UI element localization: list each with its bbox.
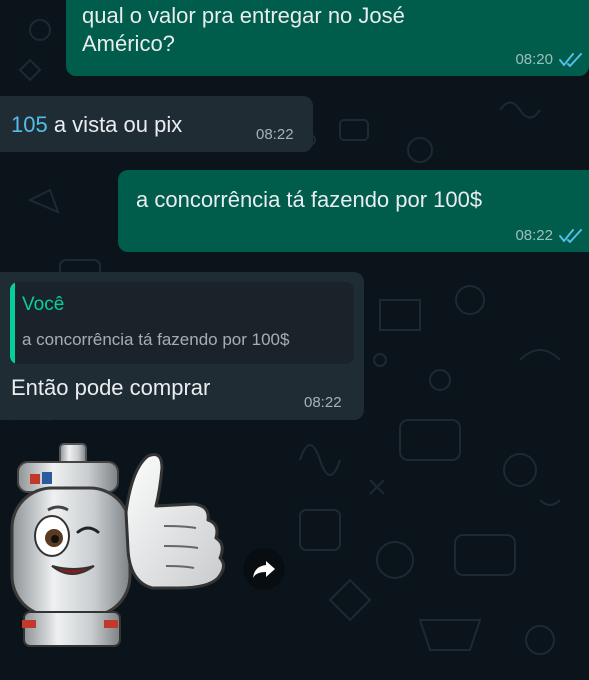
message-incoming-1[interactable]: 105 a vista ou pix 08:22 [0, 96, 313, 152]
message-time: 08:22 [304, 394, 342, 411]
double-check-icon [559, 228, 582, 243]
message-outgoing-1[interactable]: qual o valor pra entregar no José Améric… [66, 0, 589, 76]
double-check-icon [559, 52, 582, 67]
message-text-line: qual o valor pra entregar no José [82, 3, 405, 28]
message-text: Então pode comprar [11, 375, 211, 400]
quote-accent-bar [10, 282, 15, 364]
quoted-message[interactable]: Você a concorrência tá fazendo por 100$ [10, 282, 354, 364]
gas-cylinder-mascot-sticker[interactable] [8, 440, 238, 660]
price-number[interactable]: 105 [11, 112, 48, 137]
forward-button[interactable] [243, 548, 285, 590]
message-text-line: Américo? [82, 31, 175, 56]
message-text: a concorrência tá fazendo por 100$ [136, 187, 483, 212]
quote-text: a concorrência tá fazendo por 100$ [22, 330, 290, 349]
forward-icon [253, 561, 275, 578]
message-time: 08:22 [515, 227, 553, 244]
message-time: 08:22 [256, 126, 294, 143]
message-text: a vista ou pix [47, 112, 183, 137]
message-outgoing-2[interactable]: a concorrência tá fazendo por 100$ 08:22 [118, 170, 589, 252]
message-time: 08:20 [515, 51, 553, 68]
quote-author: Você [22, 294, 65, 315]
message-incoming-reply[interactable]: Você a concorrência tá fazendo por 100$ … [0, 272, 364, 420]
